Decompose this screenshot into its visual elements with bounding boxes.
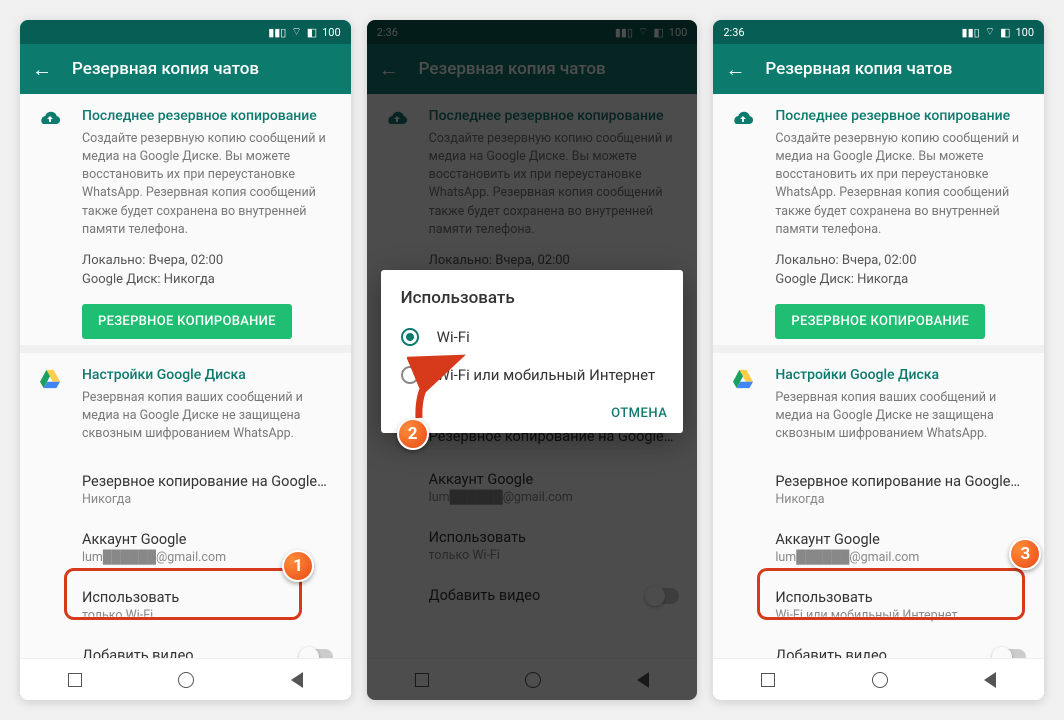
item-title: Резервное копирование на Google…	[775, 473, 1028, 490]
wifi-icon: ⌔	[985, 25, 995, 39]
divider	[20, 345, 351, 353]
wifi-icon: ⌔	[291, 25, 301, 39]
nav-back-icon[interactable]	[984, 672, 996, 688]
backup-description: Создайте резервную копию сообщений и мед…	[775, 130, 1028, 239]
signal-icon: ▮▮▯	[268, 26, 286, 39]
nav-bar	[20, 658, 351, 700]
item-title: Резервное копирование на Google…	[82, 473, 335, 490]
backup-frequency-item[interactable]: Резервное копирование на Google… Никогда	[20, 461, 351, 519]
backup-now-button[interactable]: РЕЗЕРВНОЕ КОПИРОВАНИЕ	[82, 304, 292, 339]
clock: 2:36	[723, 26, 961, 39]
signal-icon: ▮▮▯	[962, 26, 980, 39]
item-subtitle: только Wi-Fi	[82, 608, 335, 623]
item-title: Аккаунт Google	[775, 531, 1028, 548]
nav-home-icon[interactable]	[872, 672, 888, 688]
google-account-item[interactable]: Аккаунт Google lum██████@gmail.com	[713, 519, 1044, 577]
content-area: Последнее резервное копирование Создайте…	[713, 94, 1044, 658]
item-title: Использовать	[82, 589, 335, 606]
local-backup-info: Локально: Вчера, 02:00	[775, 251, 1028, 271]
app-bar: ← Резервная копия чатов	[713, 44, 1044, 94]
nav-home-icon[interactable]	[178, 672, 194, 688]
backup-description: Создайте резервную копию сообщений и мед…	[82, 130, 335, 239]
last-backup-section: Последнее резервное копирование Создайте…	[713, 94, 1044, 345]
item-subtitle: Wi-Fi или мобильный Интернет	[775, 608, 1028, 623]
item-title: Добавить видео	[82, 647, 194, 658]
battery-icon: ◧	[307, 26, 317, 39]
battery-icon: ◧	[1000, 26, 1010, 39]
local-backup-info: Локально: Вчера, 02:00	[82, 251, 335, 271]
item-title: Использовать	[775, 589, 1028, 606]
back-icon[interactable]: ←	[725, 59, 745, 79]
cancel-button[interactable]: ОТМЕНА	[611, 406, 667, 421]
section-title: Последнее резервное копирование	[82, 108, 335, 124]
option-label: Wi-Fi	[437, 328, 470, 346]
gdrive-description: Резервная копия ваших сообщений и медиа …	[775, 389, 1028, 443]
content-area: Последнее резервное копирование Создайте…	[20, 94, 351, 658]
nav-recent-icon[interactable]	[68, 673, 82, 687]
network-use-item[interactable]: Использовать Wi-Fi или мобильный Интерне…	[713, 577, 1044, 635]
item-subtitle: lum██████@gmail.com	[775, 550, 1028, 565]
switch-off-icon[interactable]	[301, 649, 333, 658]
google-drive-icon	[39, 369, 61, 389]
phone-screen-3: 2:36 ▮▮▯ ⌔ ◧ 100 ← Резервная копия чатов…	[713, 20, 1044, 700]
divider	[713, 345, 1044, 353]
gdrive-backup-info: Google Диск: Никогда	[82, 270, 335, 290]
phone-screen-1: ▮▮▯ ⌔ ◧ 100 ← Резервная копия чатов Посл…	[20, 20, 351, 700]
include-videos-toggle[interactable]: Добавить видео	[713, 635, 1044, 658]
google-drive-icon	[732, 369, 754, 389]
include-videos-toggle[interactable]: Добавить видео	[20, 635, 351, 658]
dialog-title: Использовать	[381, 288, 684, 318]
item-title: Добавить видео	[775, 647, 887, 658]
step-badge-2: 2	[397, 418, 429, 450]
cloud-upload-icon	[38, 110, 62, 128]
section-title: Настройки Google Диска	[82, 367, 335, 383]
gdrive-settings-section: Настройки Google Диска Резервная копия в…	[713, 353, 1044, 461]
item-subtitle: Никогда	[775, 492, 1028, 507]
last-backup-section: Последнее резервное копирование Создайте…	[20, 94, 351, 345]
item-title: Аккаунт Google	[82, 531, 335, 548]
gdrive-description: Резервная копия ваших сообщений и медиа …	[82, 389, 335, 443]
gdrive-backup-info: Google Диск: Никогда	[775, 270, 1028, 290]
status-bar: 2:36 ▮▮▯ ⌔ ◧ 100	[713, 20, 1044, 44]
backup-now-button[interactable]: РЕЗЕРВНОЕ КОПИРОВАНИЕ	[775, 304, 985, 339]
radio-selected-icon	[401, 328, 419, 346]
section-title: Настройки Google Диска	[775, 367, 1028, 383]
battery-label: 100	[322, 26, 341, 39]
nav-bar	[713, 658, 1044, 700]
cloud-upload-icon	[731, 110, 755, 128]
phone-screen-2: 2:36 ▮▮▯ ⌔ ◧ 100 ← Резервная копия чатов…	[367, 20, 698, 700]
item-subtitle: Никогда	[82, 492, 335, 507]
page-title: Резервная копия чатов	[72, 59, 259, 79]
network-use-item[interactable]: Использовать только Wi-Fi	[20, 577, 351, 635]
step-badge-1: 1	[282, 550, 314, 582]
nav-back-icon[interactable]	[291, 672, 303, 688]
nav-recent-icon[interactable]	[761, 673, 775, 687]
page-title: Резервная копия чатов	[765, 59, 952, 79]
backup-frequency-item[interactable]: Резервное копирование на Google… Никогда	[713, 461, 1044, 519]
gdrive-settings-section: Настройки Google Диска Резервная копия в…	[20, 353, 351, 461]
app-bar: ← Резервная копия чатов	[20, 44, 351, 94]
switch-off-icon[interactable]	[994, 649, 1026, 658]
battery-label: 100	[1015, 26, 1034, 39]
back-icon[interactable]: ←	[32, 59, 52, 79]
section-title: Последнее резервное копирование	[775, 108, 1028, 124]
status-bar: ▮▮▯ ⌔ ◧ 100	[20, 20, 351, 44]
